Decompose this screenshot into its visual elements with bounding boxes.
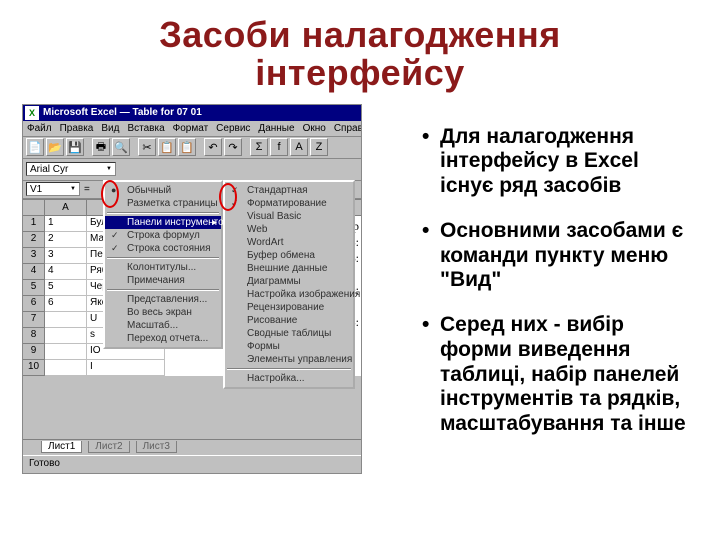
mi-formula-bar[interactable]: ✓Строка формул (105, 229, 221, 242)
save-icon[interactable]: 💾 (66, 138, 84, 156)
bullet-3: Серед них - вибір форми виведення таблиц… (422, 313, 698, 437)
function-icon[interactable]: f (270, 138, 288, 156)
tb-customize[interactable]: Настройка... (225, 372, 353, 385)
menubar[interactable]: Файл Правка Вид Вставка Формат Сервис Да… (23, 121, 361, 137)
mi-headers[interactable]: Колонтитулы... (105, 261, 221, 274)
col-header-a[interactable]: A (45, 200, 87, 217)
toolbar-standard[interactable]: 📄 📂 💾 🖶 🔍 ✂ 📋 📋 ↶ ↷ Σ f A Z (23, 137, 361, 159)
tb-standard[interactable]: ✓Стандартная (225, 184, 353, 197)
tb-pivottables[interactable]: Сводные таблицы (225, 327, 353, 340)
menu-edit[interactable]: Правка (60, 123, 94, 134)
mi-pagelayout[interactable]: Разметка страницы (105, 197, 221, 210)
mi-normal[interactable]: ●Обычный (105, 184, 221, 197)
menu-format[interactable]: Формат (173, 123, 209, 134)
name-box[interactable]: V1▼ (26, 182, 80, 196)
open-icon[interactable]: 📂 (46, 138, 64, 156)
bullet-1: Для налагодження інтерфейсу в Excel існу… (422, 125, 698, 199)
mi-status-bar[interactable]: ✓Строка состояния (105, 242, 221, 255)
tb-controls[interactable]: Элементы управления (225, 353, 353, 366)
sort-asc-icon[interactable]: A (290, 138, 308, 156)
menu-tools[interactable]: Сервис (216, 123, 250, 134)
mi-report-nav[interactable]: Переход отчета... (105, 332, 221, 345)
tb-forms[interactable]: Формы (225, 340, 353, 353)
new-icon[interactable]: 📄 (26, 138, 44, 156)
slide-title: Засоби налагодження інтерфейсу (0, 16, 720, 92)
tb-formatting[interactable]: ✓Форматирование (225, 197, 353, 210)
tb-extdata[interactable]: Внешние данные (225, 262, 353, 275)
toolbars-submenu[interactable]: ✓Стандартная ✓Форматирование Visual Basi… (223, 180, 355, 389)
paste-icon[interactable]: 📋 (178, 138, 196, 156)
tb-picture[interactable]: Настройка изображения (225, 288, 353, 301)
menu-view[interactable]: Вид (101, 123, 119, 134)
bullet-2: Основними засобами є команди пункту меню… (422, 219, 698, 293)
cut-icon[interactable]: ✂ (138, 138, 156, 156)
excel-screenshot: X Microsoft Excel — Table for 07 01 Файл… (22, 104, 362, 474)
menu-window[interactable]: Окно (303, 123, 326, 134)
mi-zoom[interactable]: Масштаб... (105, 319, 221, 332)
menu-file[interactable]: Файл (27, 123, 52, 134)
preview-icon[interactable]: 🔍 (112, 138, 130, 156)
tb-charts[interactable]: Диаграммы (225, 275, 353, 288)
excel-icon: X (25, 106, 39, 120)
mi-toolbars[interactable]: Панели инструментов▸ (105, 216, 221, 229)
window-titlebar: X Microsoft Excel — Table for 07 01 (23, 105, 361, 121)
copy-icon[interactable]: 📋 (158, 138, 176, 156)
tb-drawing[interactable]: Рисование (225, 314, 353, 327)
mi-fullscreen[interactable]: Во весь экран (105, 306, 221, 319)
redo-icon[interactable]: ↷ (224, 138, 242, 156)
tb-wordart[interactable]: WordArt (225, 236, 353, 249)
tb-web[interactable]: Web (225, 223, 353, 236)
status-bar: Готово (23, 455, 361, 473)
select-all-corner[interactable] (23, 200, 45, 217)
tb-vb[interactable]: Visual Basic (225, 210, 353, 223)
menu-data[interactable]: Данные (258, 123, 294, 134)
sheet-tab-1[interactable]: Лист1 (41, 441, 82, 453)
print-icon[interactable]: 🖶 (92, 138, 110, 156)
tb-clipboard[interactable]: Буфер обмена (225, 249, 353, 262)
menu-insert[interactable]: Вставка (127, 123, 164, 134)
menu-help[interactable]: Справка (334, 123, 362, 134)
autosum-icon[interactable]: Σ (250, 138, 268, 156)
sheet-tab-2[interactable]: Лист2 (88, 441, 129, 453)
font-combo[interactable]: Arial Cyr▼ (26, 162, 116, 176)
view-menu[interactable]: ●Обычный Разметка страницы Панели инстру… (103, 180, 223, 349)
tb-reviewing[interactable]: Рецензирование (225, 301, 353, 314)
bullet-list: Для налагодження інтерфейсу в Excel існу… (382, 125, 698, 457)
equals-icon: = (84, 184, 90, 195)
mi-views[interactable]: Представления... (105, 293, 221, 306)
sort-desc-icon[interactable]: Z (310, 138, 328, 156)
sheet-tabs[interactable]: Лист1 Лист2 Лист3 (23, 439, 361, 455)
undo-icon[interactable]: ↶ (204, 138, 222, 156)
toolbar-formatting[interactable]: Arial Cyr▼ (23, 159, 361, 181)
mi-comments[interactable]: Примечания (105, 274, 221, 287)
sheet-tab-3[interactable]: Лист3 (136, 441, 177, 453)
